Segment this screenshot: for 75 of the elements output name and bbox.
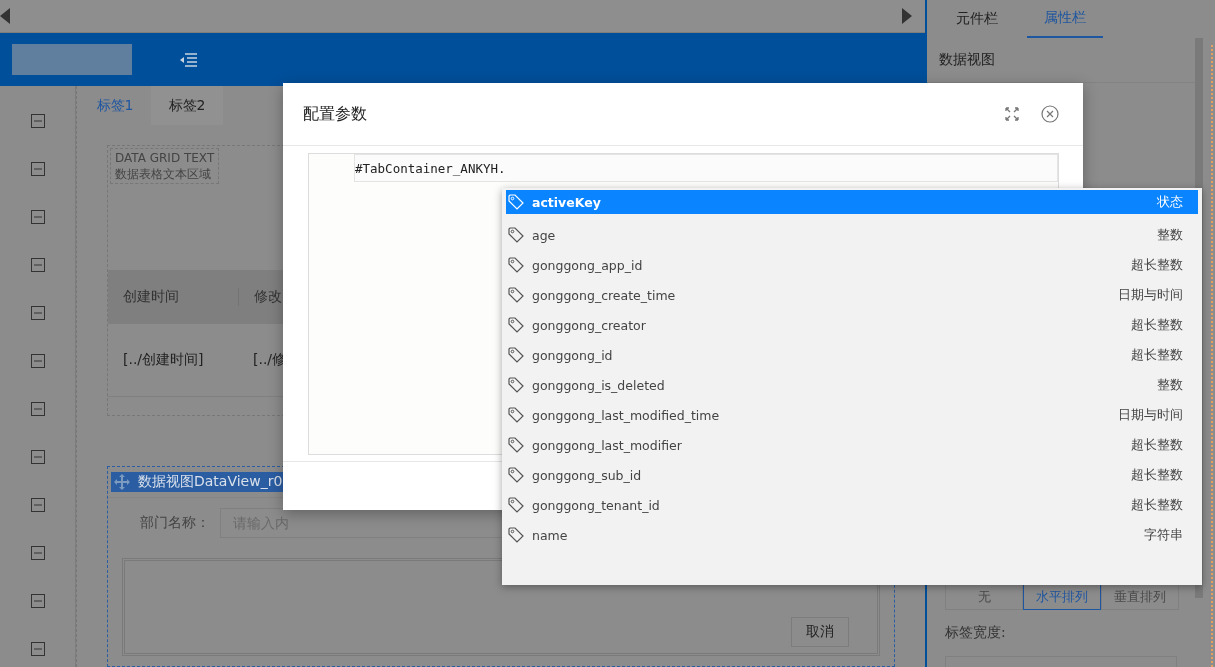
- field-label: 部门名称：: [140, 513, 210, 532]
- suggestion-type: 超长整数: [1131, 436, 1183, 454]
- suggestion-type: 整数: [1157, 226, 1183, 244]
- grid-text-title: DATA GRID TEXT: [115, 150, 215, 167]
- table-cell-text: [../创建时间]: [122, 351, 205, 370]
- width-label: 标签宽度:: [945, 624, 1007, 642]
- suggestion-name: gonggong_creator: [532, 317, 647, 333]
- suggestion-type: 日期与时间: [1118, 406, 1183, 424]
- suggestion-type: 超长整数: [1131, 256, 1183, 274]
- suggestion-name: age: [532, 227, 557, 243]
- suggestion-item[interactable]: gonggong_last_modifier 超长整数: [506, 430, 1198, 460]
- suggestion-item[interactable]: gonggong_sub_id 超长整数: [506, 460, 1198, 490]
- canvas-tab[interactable]: 标签2: [151, 86, 223, 126]
- suggestion-item[interactable]: activeKey 状态: [506, 190, 1198, 214]
- collapse-square-icon[interactable]: [30, 162, 45, 176]
- tag-icon: [508, 467, 524, 483]
- right-triangle-icon[interactable]: [902, 8, 912, 24]
- collapse-square-icon[interactable]: [30, 258, 45, 272]
- tag-icon: [508, 347, 524, 363]
- suggestion-name: gonggong_is_deleted: [532, 377, 666, 393]
- suggestion-name: name: [532, 527, 569, 543]
- tag-icon: [508, 437, 524, 453]
- tag-icon: [508, 194, 524, 210]
- collapse-square-icon[interactable]: [30, 594, 45, 608]
- tag-icon: [508, 317, 524, 333]
- dialog-title: 配置参数: [303, 103, 368, 125]
- grid-text-subtitle: 数据表格文本区域: [115, 166, 212, 183]
- collapse-square-icon[interactable]: [30, 642, 45, 656]
- close-icon[interactable]: [1041, 105, 1059, 123]
- suggestion-name: gonggong_sub_id: [532, 467, 643, 483]
- tag-icon: [508, 287, 524, 303]
- suggestion-type: 超长整数: [1131, 496, 1183, 514]
- suggestion-name: gonggong_app_id: [532, 257, 644, 273]
- collapse-square-icon[interactable]: [30, 354, 45, 368]
- suggestion-type: 字符串: [1144, 526, 1183, 544]
- suggestion-type: 日期与时间: [1118, 286, 1183, 304]
- suggestion-name: gonggong_create_time: [532, 287, 677, 303]
- suggestion-name: gonggong_id: [532, 347, 614, 363]
- tag-icon: [508, 257, 524, 273]
- suggestion-type: 超长整数: [1131, 346, 1183, 364]
- tag-icon: [508, 497, 524, 513]
- collapse-square-icon[interactable]: [30, 114, 45, 128]
- suggestion-item[interactable]: gonggong_create_time 日期与时间: [506, 280, 1198, 310]
- collapse-square-icon[interactable]: [30, 498, 45, 512]
- suggestion-item[interactable]: gonggong_creator 超长整数: [506, 310, 1198, 340]
- suggestion-type: 超长整数: [1131, 316, 1183, 334]
- collapse-square-icon[interactable]: [30, 450, 45, 464]
- suggestion-item[interactable]: gonggong_id 超长整数: [506, 340, 1198, 370]
- suggestion-type: 超长整数: [1131, 466, 1183, 484]
- suggestion-item[interactable]: gonggong_last_modified_time 日期与时间: [506, 400, 1198, 430]
- suggestion-name: gonggong_tenant_id: [532, 497, 661, 513]
- column-header: 创建时间: [108, 288, 239, 307]
- cancel-button[interactable]: 取消: [791, 616, 849, 647]
- tag-icon: [508, 377, 524, 393]
- dataview-title: 数据视图DataView_r0: [138, 472, 283, 491]
- suggestion-type: 整数: [1157, 376, 1183, 394]
- collapse-square-icon[interactable]: [30, 306, 45, 320]
- panel-tab[interactable]: 元件栏: [939, 0, 1015, 38]
- suggestion-item[interactable]: gonggong_is_deleted 整数: [506, 370, 1198, 400]
- move-icon[interactable]: [114, 473, 130, 490]
- collapse-square-icon[interactable]: [30, 546, 45, 560]
- suggestion-name: gonggong_last_modifier: [532, 437, 683, 453]
- maximize-icon[interactable]: [1005, 107, 1019, 121]
- suggestion-name: activeKey: [532, 194, 602, 210]
- collapse-square-icon[interactable]: [30, 402, 45, 416]
- left-triangle-icon[interactable]: [0, 8, 10, 24]
- menu-icon[interactable]: [180, 52, 198, 67]
- suggestion-item[interactable]: gonggong_app_id 超长整数: [506, 250, 1198, 280]
- tag-icon: [508, 527, 524, 543]
- suggestion-item[interactable]: age 整数: [506, 220, 1198, 250]
- suggestion-type: 状态: [1157, 193, 1183, 211]
- suggestion-name: gonggong_last_modified_time: [532, 407, 721, 423]
- tag-icon: [508, 227, 524, 243]
- collapse-square-icon[interactable]: [30, 210, 45, 224]
- tag-icon: [508, 407, 524, 423]
